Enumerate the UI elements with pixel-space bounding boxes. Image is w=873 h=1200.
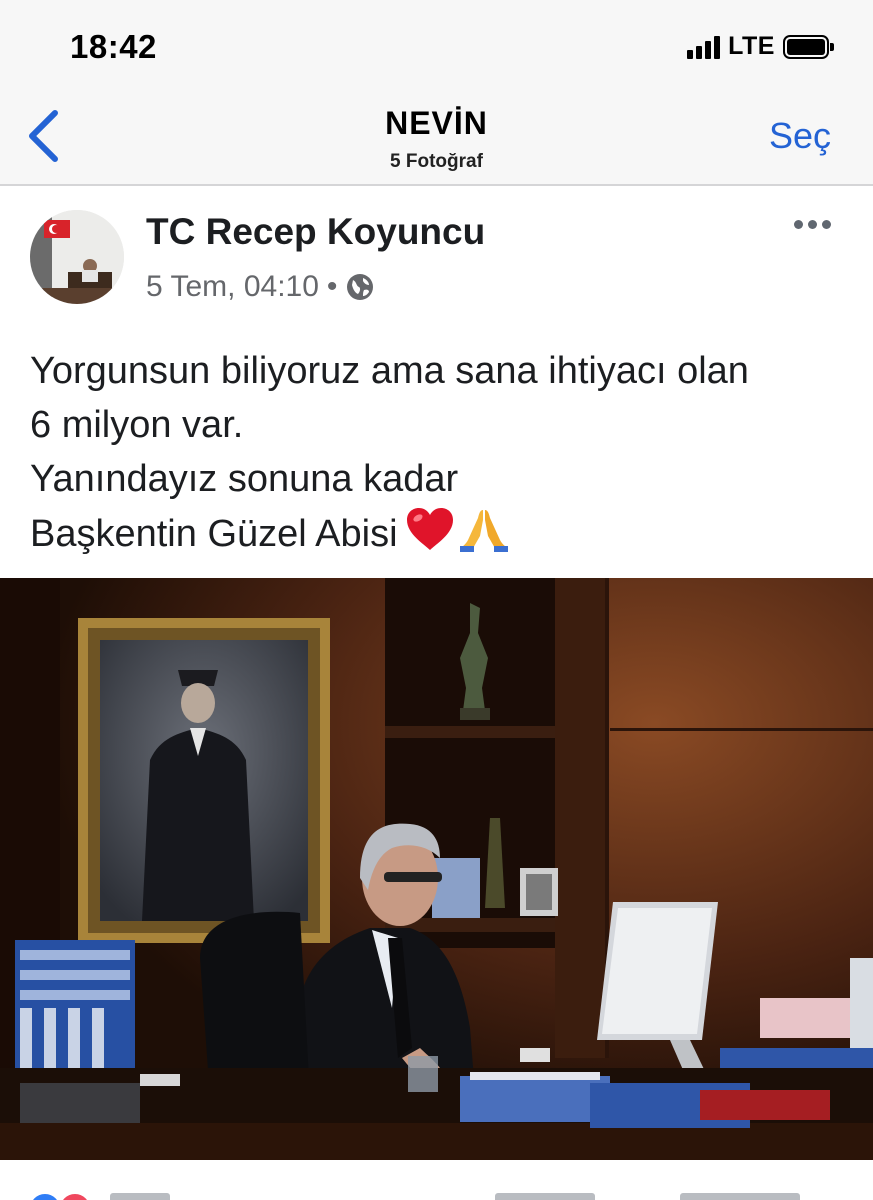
post-text-line: 6 milyon var. — [30, 404, 244, 446]
reactions-row — [0, 1160, 873, 1200]
more-horizontal-icon — [794, 220, 803, 229]
share-count-placeholder — [680, 1193, 800, 1200]
post-text-line: Yanındayız sonuna kadar — [30, 458, 459, 500]
comment-count-placeholder — [495, 1193, 595, 1200]
like-reaction-icon — [28, 1192, 62, 1200]
page-subtitle: 5 Fotoğraf — [390, 151, 483, 172]
heart-icon — [406, 508, 453, 550]
office-photo-illustration — [0, 578, 873, 1160]
post-date[interactable]: 5 Tem, 04:10 — [146, 270, 319, 304]
nav-bar: NEVİN 5 Fotoğraf Seç — [0, 95, 873, 186]
more-options-button[interactable] — [794, 214, 831, 235]
globe-icon — [347, 274, 374, 300]
select-button[interactable]: Seç — [769, 115, 831, 157]
author-name[interactable]: TC Recep Koyuncu — [146, 211, 485, 253]
status-indicators: LTE — [687, 32, 834, 61]
status-time: 18:42 — [70, 28, 157, 65]
network-type: LTE — [728, 32, 775, 60]
post-meta: 5 Tem, 04:10 • — [146, 270, 375, 304]
page-title: NEVİN — [385, 105, 488, 141]
status-bar: 18:42 LTE — [0, 0, 873, 95]
avatar[interactable] — [30, 210, 124, 304]
reaction-count-placeholder — [110, 1193, 170, 1200]
folded-hands-icon — [459, 510, 508, 552]
meta-separator: • — [326, 270, 338, 303]
post-text-line-last: Başkentin Güzel Abisi — [30, 506, 850, 561]
office-photo[interactable] — [0, 578, 873, 1160]
love-reaction-icon — [58, 1192, 92, 1200]
post-text: Yorgunsun biliyoruz ama sana ihtiyacı ol… — [30, 344, 850, 561]
post-text-line: Yorgunsun biliyoruz ama sana ihtiyacı ol… — [30, 350, 749, 392]
battery-icon — [783, 34, 834, 59]
signal-bars-icon — [687, 35, 721, 59]
post-text-line: Başkentin Güzel Abisi — [30, 513, 398, 555]
